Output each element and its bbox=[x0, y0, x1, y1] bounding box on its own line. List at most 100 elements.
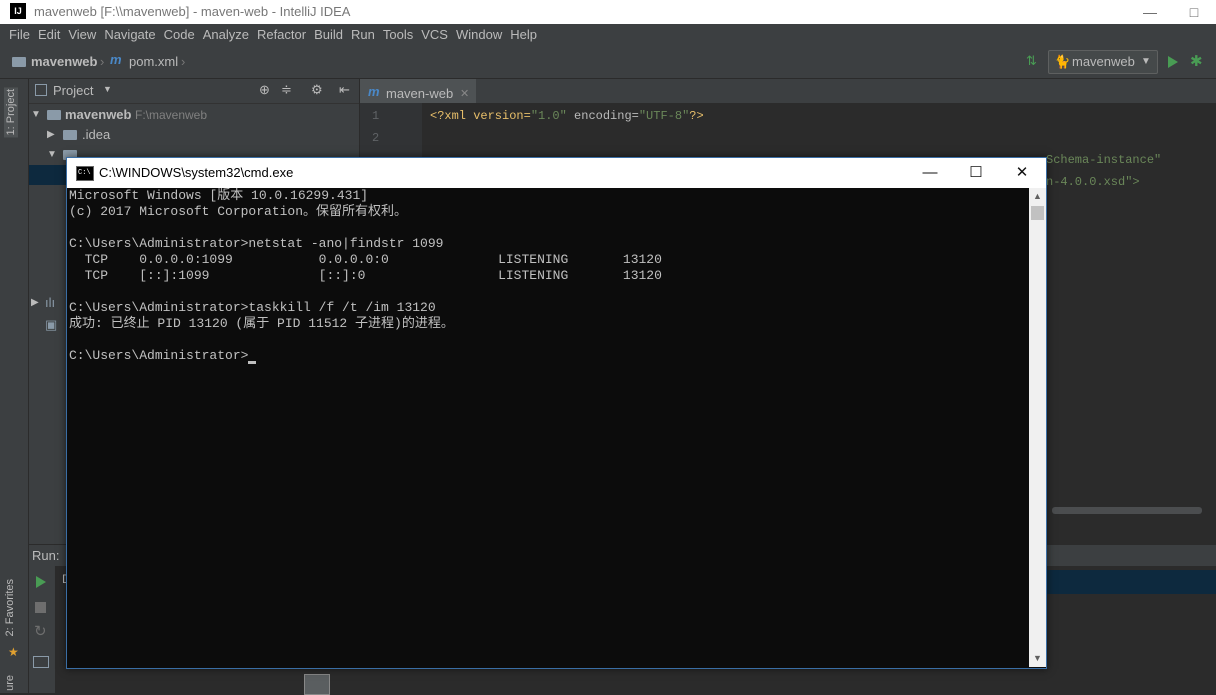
project-folder-icon bbox=[12, 57, 26, 67]
code-token: "UTF-8" bbox=[638, 109, 690, 123]
breadcrumb-separator: › bbox=[100, 54, 105, 69]
console-line: C:\Users\Administrator>taskkill /f /t /i… bbox=[69, 300, 436, 315]
rerun-play-icon[interactable] bbox=[36, 576, 46, 588]
collapse-arrow-icon: ▶ bbox=[31, 297, 39, 308]
cmd-window-title: C:\WINDOWS\system32\cmd.exe bbox=[99, 165, 294, 180]
code-fragment: n-4.0.0.xsd"> bbox=[1046, 175, 1140, 189]
ide-window-title: mavenweb [F:\\mavenweb] - maven-web - In… bbox=[34, 4, 351, 19]
stop-icon[interactable] bbox=[35, 602, 46, 613]
scroll-thumb[interactable] bbox=[1031, 206, 1044, 220]
menu-navigate[interactable]: Navigate bbox=[100, 24, 159, 46]
libraries-icon: ılı bbox=[45, 295, 56, 310]
editor-tab-label: maven-web bbox=[386, 86, 454, 101]
menu-tools[interactable]: Tools bbox=[379, 24, 417, 46]
breadcrumb-separator: › bbox=[181, 54, 186, 69]
console-line: TCP 0.0.0.0:1099 0.0.0.0:0 LISTENING 131… bbox=[69, 252, 662, 267]
cmd-console[interactable]: Microsoft Windows [版本 10.0.16299.431] (c… bbox=[69, 188, 1029, 666]
menu-help[interactable]: Help bbox=[506, 24, 541, 46]
cmd-maximize-button[interactable]: ☐ bbox=[953, 158, 999, 188]
run-play-icon[interactable] bbox=[1168, 56, 1178, 68]
collapse-arrow-icon: ▶ bbox=[47, 129, 55, 140]
folder-icon bbox=[63, 130, 77, 140]
scroll-down-icon[interactable]: ▼ bbox=[1033, 653, 1042, 663]
editor-tab-maven-web[interactable]: m maven-web ✕ bbox=[360, 79, 476, 106]
tree-row-root[interactable]: ▼ mavenweb F:\mavenweb bbox=[29, 105, 359, 125]
cmd-close-button[interactable]: ✕ bbox=[999, 158, 1045, 188]
maven-file-icon: m bbox=[110, 52, 122, 67]
tab-structure-tool[interactable]: ure bbox=[4, 675, 16, 691]
chevron-down-icon[interactable]: ▼ bbox=[103, 84, 112, 94]
console-prompt-line: C:\Users\Administrator> bbox=[69, 348, 1029, 364]
menu-view[interactable]: View bbox=[64, 24, 100, 46]
run-panel-button[interactable] bbox=[304, 674, 330, 695]
cmd-title-bar[interactable]: C:\ C:\WINDOWS\system32\cmd.exe — ☐ ✕ bbox=[67, 158, 1046, 188]
console-line: C:\Users\Administrator>netstat -ano|find… bbox=[69, 236, 444, 251]
menu-code[interactable]: Code bbox=[160, 24, 199, 46]
ide-minimize-button[interactable]: — bbox=[1128, 0, 1172, 24]
hide-panel-icon[interactable]: ⇤ bbox=[339, 82, 350, 98]
close-tab-icon[interactable]: ✕ bbox=[460, 83, 469, 105]
run-panel-label: Run: bbox=[32, 548, 60, 563]
run-toolbar: ↻ bbox=[29, 566, 55, 693]
run-selected-row[interactable] bbox=[1047, 570, 1216, 594]
horizontal-scrollbar[interactable] bbox=[1052, 507, 1202, 514]
project-view-icon bbox=[35, 84, 47, 96]
menu-edit[interactable]: Edit bbox=[34, 24, 64, 46]
gear-icon[interactable]: ⚙ bbox=[311, 82, 323, 98]
menu-vcs[interactable]: VCS bbox=[417, 24, 452, 46]
cmd-minimize-button[interactable]: — bbox=[907, 158, 953, 188]
restart-icon[interactable]: ↻ bbox=[34, 622, 47, 640]
scroll-up-icon[interactable]: ▲ bbox=[1033, 191, 1042, 201]
code-token: ?> bbox=[689, 109, 704, 123]
tree-row-idea[interactable]: ▶ .idea bbox=[29, 125, 359, 145]
line-number: 1 bbox=[372, 109, 380, 123]
scratches-icon: ▣ bbox=[45, 317, 58, 332]
code-token: <?xml version= bbox=[430, 109, 531, 123]
build-arrows-icon[interactable]: ⇅ bbox=[1026, 53, 1037, 69]
run-configuration-select[interactable]: 🐈 mavenweb ▼ bbox=[1048, 50, 1158, 74]
cmd-app-icon: C:\ bbox=[76, 166, 94, 181]
tab-project-tool[interactable]: 1: Project bbox=[4, 87, 18, 138]
menu-run[interactable]: Run bbox=[347, 24, 379, 46]
config-icon: 🐈 bbox=[1054, 54, 1071, 69]
console-line: TCP [::]:1099 [::]:0 LISTENING 13120 bbox=[69, 268, 662, 283]
tree-root-name: mavenweb bbox=[65, 107, 132, 122]
project-panel-title[interactable]: Project bbox=[53, 83, 93, 98]
star-icon: ★ bbox=[8, 645, 19, 659]
expand-arrow-icon: ▼ bbox=[47, 149, 57, 160]
layout-icon[interactable] bbox=[33, 656, 49, 668]
ide-maximize-button[interactable]: □ bbox=[1172, 0, 1216, 24]
menu-analyze[interactable]: Analyze bbox=[199, 24, 253, 46]
console-line: 成功: 已终止 PID 13120 (属于 PID 11512 子进程)的进程。 bbox=[69, 316, 454, 331]
collapse-icon[interactable]: ≑ bbox=[281, 82, 292, 98]
code-token: encoding= bbox=[566, 109, 639, 123]
tree-idea-folder: .idea bbox=[82, 127, 111, 142]
cursor-caret bbox=[248, 361, 257, 364]
code-token: "1.0" bbox=[530, 109, 567, 123]
breadcrumb-project[interactable]: mavenweb bbox=[31, 54, 97, 69]
console-line: Microsoft Windows [版本 10.0.16299.431] bbox=[69, 188, 369, 203]
maven-file-icon: m bbox=[368, 84, 380, 99]
menu-build[interactable]: Build bbox=[310, 24, 347, 46]
sync-icon[interactable]: ⊕ bbox=[259, 82, 270, 98]
breadcrumb-file[interactable]: pom.xml bbox=[129, 54, 178, 69]
menu-window[interactable]: Window bbox=[452, 24, 506, 46]
menu-refactor[interactable]: Refactor bbox=[253, 24, 310, 46]
intellij-logo-icon: IJ bbox=[10, 3, 26, 19]
menu-bar: File Edit View Navigate Code Analyze Refactor B… bbox=[0, 24, 1216, 46]
navigation-bar: mavenweb › m pom.xml › ⇅ bbox=[0, 46, 1216, 79]
tab-favorites-tool[interactable]: 2: Favorites bbox=[4, 579, 16, 636]
cmd-vertical-scrollbar[interactable]: ▲ ▼ bbox=[1029, 188, 1046, 667]
debug-bug-icon[interactable]: ✱ bbox=[1190, 52, 1203, 70]
menu-file[interactable]: File bbox=[5, 24, 34, 46]
console-prompt: C:\Users\Administrator> bbox=[69, 348, 249, 363]
code-fragment: Schema-instance" bbox=[1046, 153, 1162, 167]
console-line: (c) 2017 Microsoft Corporation。保留所有权利。 bbox=[69, 204, 408, 219]
module-folder-icon bbox=[47, 110, 61, 120]
chevron-down-icon: ▼ bbox=[1141, 56, 1151, 67]
code-line-1: <?xml version="1.0" encoding="UTF-8"?> bbox=[430, 109, 704, 123]
left-tool-strip: 1: Project 2: Favorites ★ ure bbox=[0, 79, 29, 693]
